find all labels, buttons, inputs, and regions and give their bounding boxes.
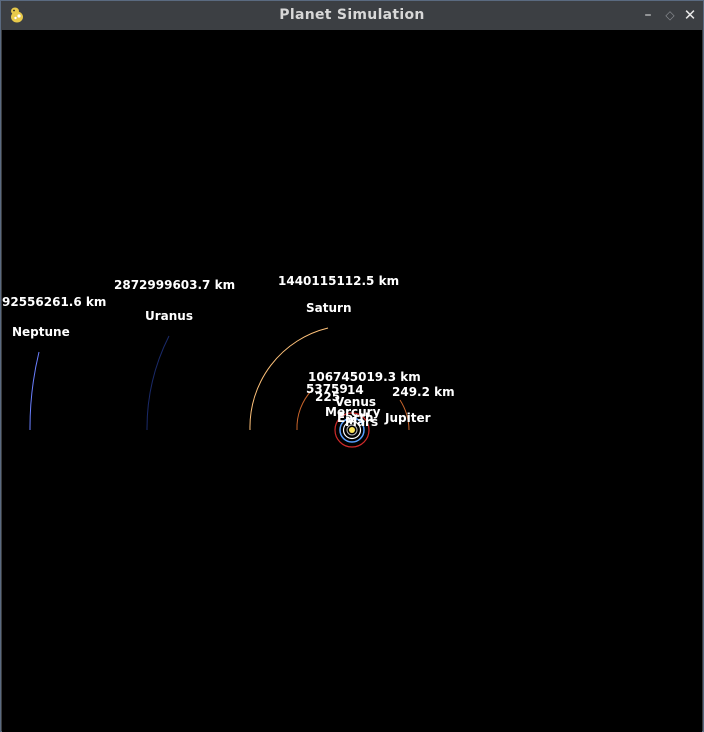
close-button[interactable]: ✕ — [681, 6, 699, 24]
window-title: Planet Simulation — [279, 7, 425, 23]
app-window: Planet Simulation – ◇ ✕ 92556261.6 km Ne… — [0, 0, 704, 732]
jupiter-name-label: Jupiter — [384, 411, 431, 425]
simulation-scene: 92556261.6 km Neptune 2872999603.7 km Ur… — [2, 274, 455, 448]
jupiter-orbit-arc — [296, 389, 313, 431]
neptune-distance-label: 92556261.6 km — [2, 295, 106, 309]
maximize-button[interactable]: ◇ — [661, 6, 679, 24]
uranus-name-label: Uranus — [145, 309, 193, 323]
neptune-orbit-arc — [29, 351, 40, 431]
title-bar[interactable]: Planet Simulation – ◇ ✕ — [1, 1, 703, 30]
simulation-canvas[interactable]: 92556261.6 km Neptune 2872999603.7 km Ur… — [2, 30, 702, 732]
saturn-name-label: Saturn — [306, 301, 351, 315]
saturn-distance-label: 1440115112.5 km — [278, 274, 399, 288]
neptune-name-label: Neptune — [12, 325, 70, 339]
minimize-button[interactable]: – — [639, 6, 657, 24]
jupiter-distance-label: 249.2 km — [392, 385, 455, 399]
uranus-distance-label: 2872999603.7 km — [114, 278, 235, 292]
mars-name-label: Mars — [345, 415, 378, 429]
uranus-orbit-arc — [146, 335, 170, 431]
